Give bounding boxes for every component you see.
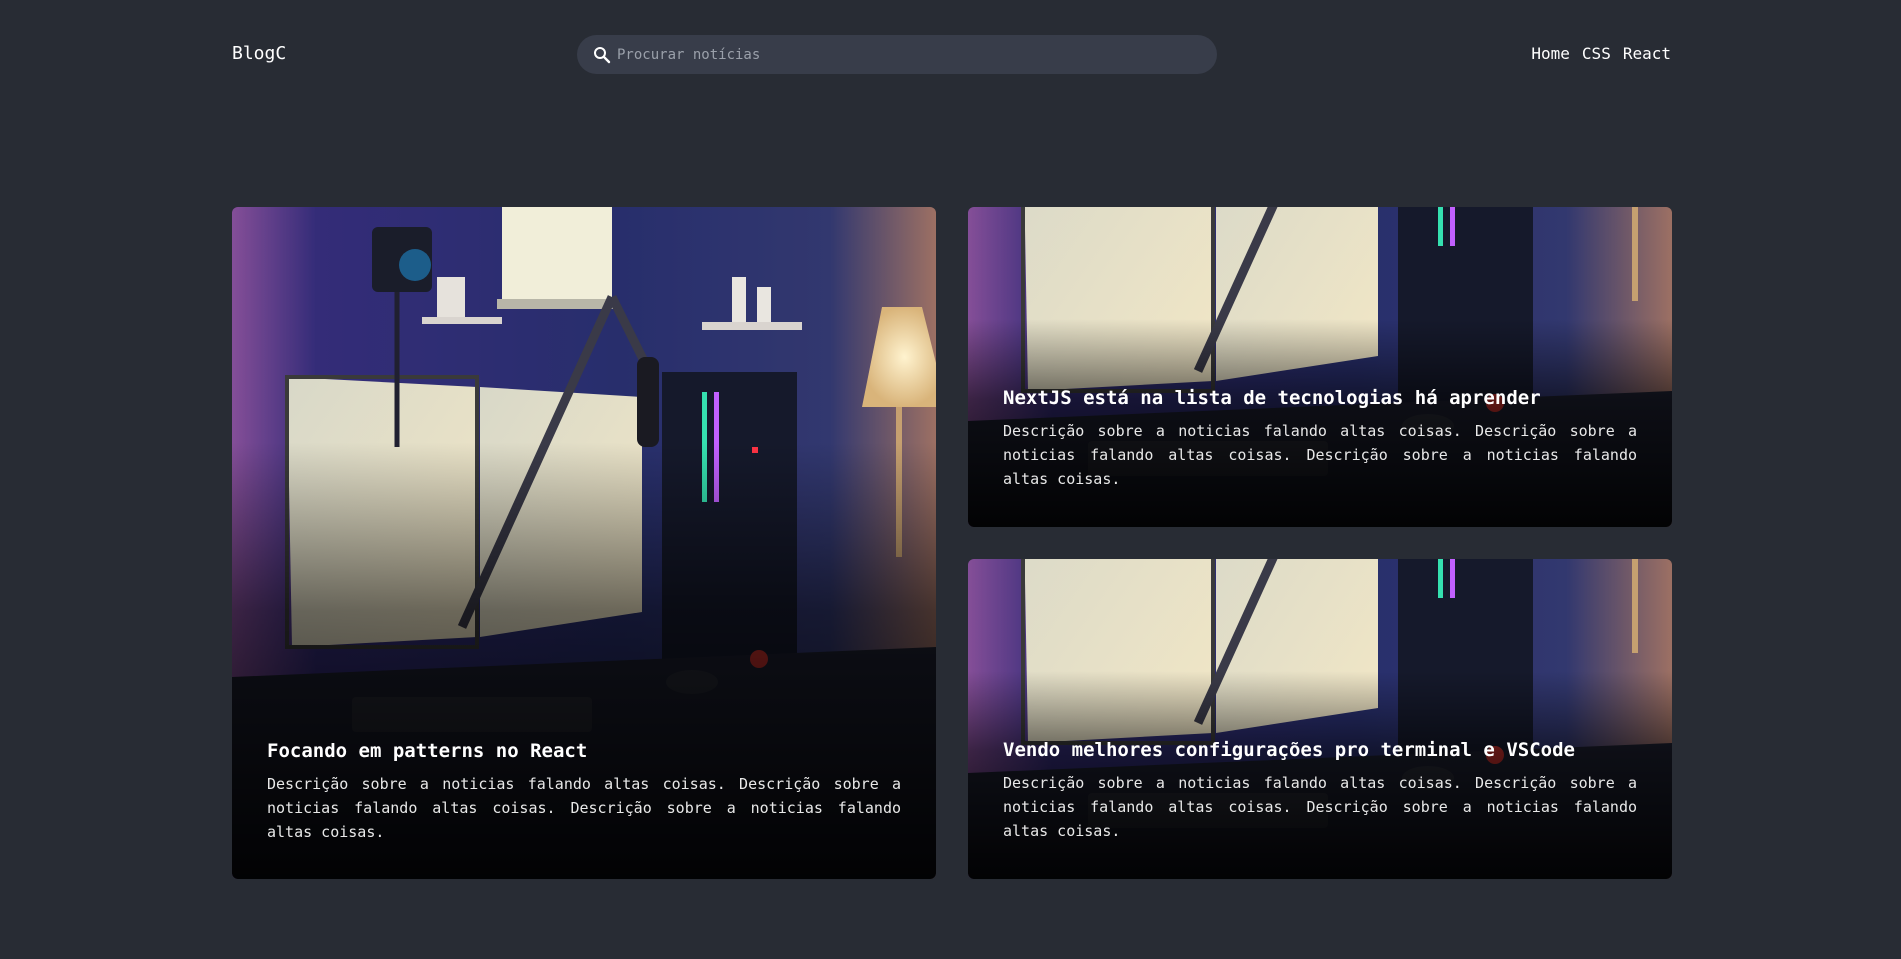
nav-link-home[interactable]: Home xyxy=(1531,44,1570,63)
post-title[interactable]: Vendo melhores configurações pro termina… xyxy=(1003,739,1637,761)
post-title[interactable]: NextJS está na lista de tecnologias há a… xyxy=(1003,387,1637,409)
post-card-featured[interactable]: Focando em patterns no React Descrição s… xyxy=(232,207,936,879)
post-content: NextJS está na lista de tecnologias há a… xyxy=(1003,387,1637,491)
site-logo[interactable]: BlogC xyxy=(232,43,286,64)
post-description: Descrição sobre a noticias falando altas… xyxy=(1003,422,1637,488)
post-content: Focando em patterns no React Descrição s… xyxy=(267,740,901,844)
site-header: BlogC Home CSS React xyxy=(0,0,1901,110)
post-description: Descrição sobre a noticias falando altas… xyxy=(1003,774,1637,840)
post-title[interactable]: Focando em patterns no React xyxy=(267,740,901,762)
post-content: Vendo melhores configurações pro termina… xyxy=(1003,739,1637,843)
nav-link-css[interactable]: CSS xyxy=(1582,44,1611,63)
nav-link-react[interactable]: React xyxy=(1623,44,1671,63)
search-bar[interactable] xyxy=(577,35,1217,74)
post-card[interactable]: NextJS está na lista de tecnologias há a… xyxy=(968,207,1672,527)
search-icon xyxy=(593,46,611,64)
main-nav: Home CSS React xyxy=(1531,44,1671,63)
search-input[interactable] xyxy=(617,35,1197,74)
post-card[interactable]: Vendo melhores configurações pro termina… xyxy=(968,559,1672,879)
post-description: Descrição sobre a noticias falando altas… xyxy=(267,775,901,841)
